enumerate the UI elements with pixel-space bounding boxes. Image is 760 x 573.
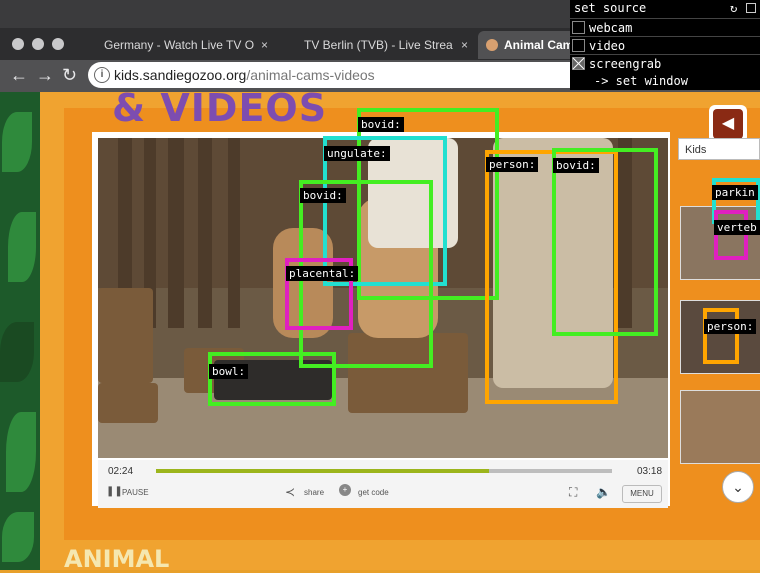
option-label: video bbox=[589, 39, 626, 53]
option-label: screengrab bbox=[589, 57, 662, 71]
maximize-window-button[interactable] bbox=[52, 38, 64, 50]
share-button[interactable]: share bbox=[304, 488, 324, 497]
close-tab-icon[interactable]: × bbox=[261, 31, 268, 59]
detection-label: bovid: bbox=[300, 188, 346, 203]
back-arrow-icon[interactable]: ← bbox=[10, 64, 28, 86]
tab-label: Germany - Watch Live TV O bbox=[104, 38, 255, 52]
plus-icon[interactable]: + bbox=[339, 484, 351, 496]
tab-label: TV Berlin (TVB) - Live Strea bbox=[304, 38, 453, 52]
section-title-art: ANIMAL bbox=[64, 545, 170, 573]
detection-box bbox=[208, 352, 336, 406]
url-path: /animal-cams-videos bbox=[246, 67, 375, 83]
detection-label: ungulate: bbox=[324, 146, 390, 161]
forward-arrow-icon[interactable]: → bbox=[36, 64, 54, 86]
source-panel: set source ↻ webcam video screengrab -> … bbox=[570, 0, 760, 90]
detection-label: verteb bbox=[714, 220, 760, 235]
source-option-screengrab[interactable]: screengrab bbox=[570, 54, 760, 73]
detection-box bbox=[703, 308, 739, 364]
source-option-webcam[interactable]: webcam bbox=[570, 18, 760, 37]
page-title-art: & VIDEOS bbox=[112, 86, 328, 130]
refresh-icon[interactable]: ↻ bbox=[730, 1, 737, 15]
browser-tab-tv-berlin[interactable]: TV Berlin (TVB) - Live Strea × bbox=[296, 31, 476, 59]
pause-icon[interactable]: ❚❚ bbox=[106, 486, 123, 497]
detection-label: placental: bbox=[286, 266, 359, 281]
option-label: webcam bbox=[589, 21, 633, 35]
category-select[interactable]: Kids bbox=[678, 138, 760, 160]
screengrab-checkbox[interactable] bbox=[572, 57, 585, 70]
zoo-favicon-icon bbox=[486, 39, 498, 51]
minimize-window-button[interactable] bbox=[32, 38, 44, 50]
source-option-video[interactable]: video bbox=[570, 36, 760, 55]
pause-button[interactable]: PAUSE bbox=[122, 488, 149, 497]
detection-label: bovid: bbox=[553, 158, 599, 173]
video-checkbox[interactable] bbox=[572, 39, 585, 52]
browser-tab-animal-cams[interactable]: Animal Cam bbox=[478, 31, 578, 59]
get-code-button[interactable]: get code bbox=[358, 488, 389, 497]
speaker-icon: ◀ bbox=[713, 109, 743, 139]
detection-label: person: bbox=[704, 319, 757, 334]
detection-label: parkin bbox=[712, 185, 758, 200]
info-icon[interactable]: i bbox=[94, 67, 110, 83]
address-bar[interactable]: i kids.sandiegozoo.org/animal-cams-video… bbox=[88, 62, 628, 88]
window-controls bbox=[12, 38, 64, 50]
close-window-button[interactable] bbox=[12, 38, 24, 50]
set-window-label: -> set window bbox=[594, 74, 688, 88]
current-time: 02:24 bbox=[108, 466, 134, 477]
progress-fill bbox=[156, 469, 489, 473]
fullscreen-icon[interactable]: ⛶ bbox=[569, 485, 577, 500]
url-text: kids.sandiegozoo.org/animal-cams-videos bbox=[114, 67, 375, 83]
detection-box bbox=[714, 210, 748, 260]
chevron-down-icon[interactable]: ⌄ bbox=[722, 471, 754, 503]
reload-icon[interactable]: ↻ bbox=[62, 64, 77, 86]
panel-header: set source bbox=[574, 1, 647, 15]
url-domain: kids.sandiegozoo.org bbox=[114, 67, 247, 83]
checkmark-icon bbox=[572, 57, 585, 70]
player-controls bbox=[98, 460, 668, 508]
set-window-button[interactable]: -> set window bbox=[570, 72, 760, 90]
window-icon[interactable] bbox=[746, 3, 756, 13]
detection-box bbox=[552, 148, 658, 336]
detection-label: person: bbox=[486, 157, 539, 172]
webcam-checkbox[interactable] bbox=[572, 21, 585, 34]
video-thumbnail[interactable] bbox=[680, 390, 760, 464]
volume-icon[interactable]: 🔈 bbox=[596, 485, 611, 499]
menu-button[interactable]: MENU bbox=[622, 485, 662, 503]
detection-label: bovid: bbox=[358, 117, 404, 132]
progress-bar[interactable] bbox=[156, 469, 612, 473]
close-tab-icon[interactable]: × bbox=[461, 31, 468, 59]
browser-tab-germany[interactable]: Germany - Watch Live TV O × bbox=[96, 31, 276, 59]
detection-label: bowl: bbox=[209, 364, 249, 379]
jungle-decoration bbox=[0, 92, 40, 570]
duration: 03:18 bbox=[637, 466, 663, 477]
share-icon[interactable]: ≺ bbox=[285, 485, 295, 499]
tab-label: Animal Cam bbox=[504, 38, 574, 52]
